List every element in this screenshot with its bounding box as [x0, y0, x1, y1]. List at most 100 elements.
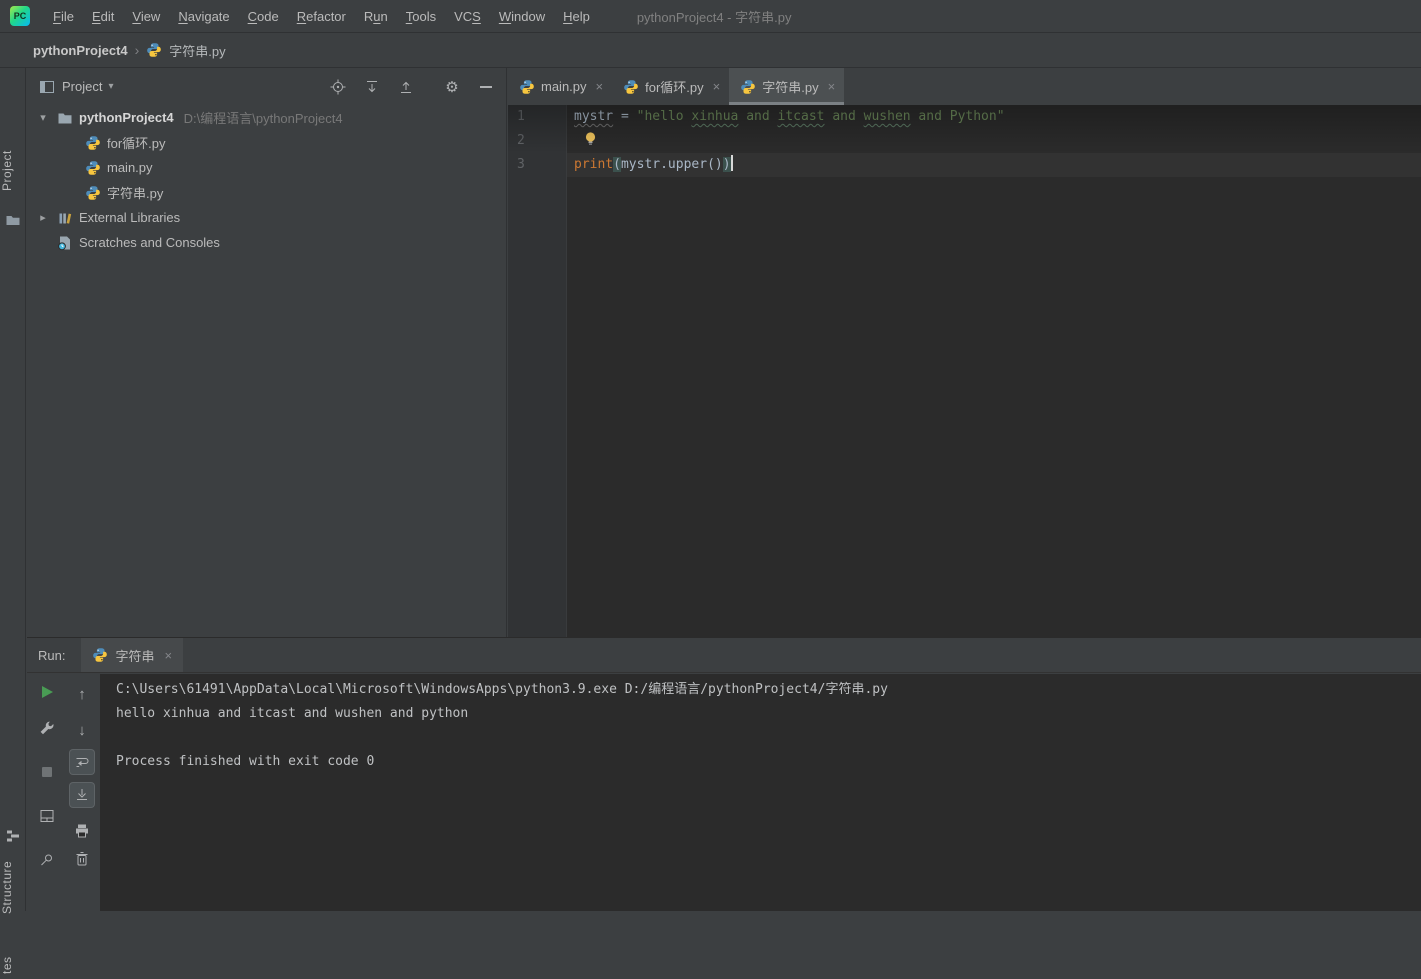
code-token: print [574, 157, 614, 172]
scratch-icon [57, 235, 73, 251]
python-file-icon [146, 42, 162, 58]
breadcrumb-file[interactable]: 字符串.py [169, 41, 225, 60]
menu-view[interactable]: View [123, 6, 169, 27]
console-line: C:\Users\61491\AppData\Local\Microsoft\W… [116, 682, 888, 697]
chevron-down-icon[interactable]: ▾ [35, 111, 51, 124]
console-line: hello xinhua and itcast and wushen and p… [116, 706, 469, 721]
breadcrumb: pythonProject4 › 字符串.py [0, 33, 1421, 68]
editor-tab[interactable]: for循环.py × [612, 68, 729, 105]
editor-zone: main.py × for循环.py × 字符串.py × 123 mystr = "he… [508, 68, 1421, 637]
tree-item[interactable]: main.py [27, 155, 506, 180]
text-caret [730, 155, 733, 171]
soft-wrap-button[interactable] [70, 750, 94, 774]
menu-refactor[interactable]: Refactor [288, 6, 355, 27]
editor-tab-label: 字符串.py [762, 80, 819, 95]
clear-all-button[interactable] [70, 847, 94, 871]
pycharm-logo-icon: PC [10, 6, 30, 26]
menu-edit[interactable]: Edit [83, 6, 123, 27]
hide-panel-icon[interactable] [478, 79, 494, 95]
collapse-all-icon[interactable] [398, 79, 414, 95]
breadcrumb-separator-icon: › [134, 42, 140, 58]
code-token: and [738, 109, 778, 124]
project-panel: Project ▾ ⚙ ▾ pythonProject4 D:\编程语言\pytho… [27, 68, 507, 637]
menu-tools[interactable]: Tools [397, 6, 445, 27]
stop-button[interactable] [35, 760, 59, 784]
code-token: itcast [777, 109, 825, 124]
run-console[interactable]: C:\Users\61491\AppData\Local\Microsoft\W… [100, 674, 1421, 911]
menu-navigate[interactable]: Navigate [169, 6, 238, 27]
editor-gutter[interactable]: 123 [508, 105, 567, 637]
settings-gear-icon[interactable]: ⚙ [444, 79, 460, 96]
chevron-right-icon[interactable]: ▸ [35, 211, 51, 224]
menu-vcs[interactable]: VCS [445, 6, 490, 27]
tab-close-icon[interactable]: × [164, 648, 172, 663]
line-number[interactable]: 3 [508, 153, 566, 177]
structure-icon[interactable] [5, 828, 21, 844]
tree-item-label: pythonProject4 [79, 110, 174, 125]
down-stack-button[interactable]: ↓ [70, 718, 94, 742]
rerun-button[interactable] [35, 680, 59, 704]
stripe-structure-button[interactable]: Structure [0, 854, 26, 920]
code-token: "hello [636, 109, 692, 124]
run-panel-body: ↑ ↓ C:\Users\61491\AppData\Local\Microso… [27, 674, 1421, 911]
project-panel-title[interactable]: Project [62, 79, 102, 94]
tab-close-icon[interactable]: × [828, 79, 836, 94]
expand-all-icon[interactable] [364, 79, 380, 95]
menu-file[interactable]: File [44, 6, 83, 27]
restore-layout-button[interactable] [35, 804, 59, 828]
up-stack-button[interactable]: ↑ [70, 682, 94, 706]
menu-items: File Edit View Navigate Code Refactor Run Tools… [44, 6, 599, 27]
tree-item[interactable]: Scratches and Consoles [27, 230, 506, 255]
tree-item[interactable]: ▾ pythonProject4 D:\编程语言\pythonProject4 [27, 105, 506, 130]
code-editor[interactable]: mystr = "hello xinhua and itcast and wus… [567, 105, 1421, 637]
menu-help[interactable]: Help [554, 6, 599, 27]
python-file-icon [519, 79, 535, 95]
line-number[interactable]: 1 [508, 105, 566, 129]
run-panel: Run: 字符串 × ↑ ↓ C:\Users\61491\AppData\Lo… [27, 637, 1421, 911]
run-tab-label: 字符串 [115, 648, 155, 664]
line-number[interactable]: 2 [508, 129, 566, 153]
run-panel-header: Run: 字符串 × [27, 638, 1421, 673]
menu-window[interactable]: Window [490, 6, 554, 27]
breadcrumb-project[interactable]: pythonProject4 [33, 43, 128, 58]
menu-run[interactable]: Run [355, 6, 397, 27]
python-file-icon [740, 79, 756, 95]
print-button[interactable] [70, 819, 94, 843]
tree-item[interactable]: for循环.py [27, 130, 506, 155]
window-title: pythonProject4 - 字符串.py [636, 9, 792, 25]
stripe-project-button[interactable]: Project [0, 142, 26, 200]
editor-tab-label: for循环.py [645, 80, 704, 95]
tree-item[interactable]: 字符串.py [27, 180, 506, 205]
code-token: wushen [863, 109, 911, 124]
project-toolwindow-icon [39, 79, 55, 95]
tab-close-icon[interactable]: × [713, 79, 721, 94]
tree-item[interactable]: ▸ External Libraries [27, 205, 506, 230]
tree-item-label: 字符串.py [107, 186, 164, 201]
code-token: mystr.upper [620, 157, 708, 172]
wrench-settings-button[interactable] [35, 716, 59, 740]
left-tool-stripe: Project Structure tes [0, 68, 26, 974]
stripe-favorites-button[interactable]: tes [0, 952, 26, 979]
code-token: ) [722, 157, 731, 172]
chevron-down-icon[interactable]: ▾ [108, 81, 113, 92]
code-token: ( [613, 157, 621, 172]
folder-icon[interactable] [5, 212, 21, 228]
locate-file-icon[interactable] [330, 79, 346, 95]
editor-tab[interactable]: 字符串.py × [729, 68, 845, 105]
editor-tab[interactable]: main.py × [508, 68, 612, 105]
run-tab[interactable]: 字符串 × [81, 638, 184, 672]
run-panel-title: Run: [38, 647, 66, 663]
python-icon [85, 185, 101, 201]
run-toolbar: ↑ ↓ [27, 674, 100, 911]
code-token: and Python" [910, 109, 1005, 124]
library-icon [57, 210, 73, 226]
code-token: and [824, 109, 864, 124]
scroll-to-end-button[interactable] [70, 783, 94, 807]
intention-bulb-icon[interactable] [583, 131, 598, 155]
menu-code[interactable]: Code [239, 6, 288, 27]
code-line [567, 129, 1421, 153]
pin-tab-button[interactable] [35, 848, 59, 872]
code-token: mystr [574, 109, 614, 124]
tab-close-icon[interactable]: × [596, 79, 604, 94]
